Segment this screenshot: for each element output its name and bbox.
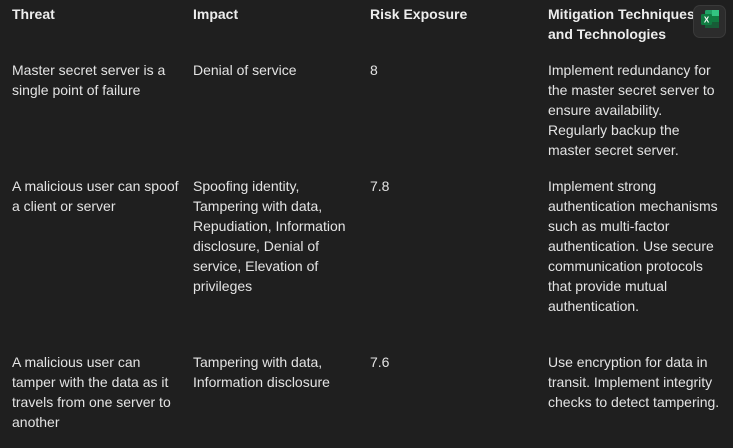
row-1-risk: 8	[370, 62, 378, 78]
row-1-threat: Master secret server is a single point o…	[12, 62, 166, 98]
row-3-risk: 7.6	[370, 354, 390, 370]
export-to-sheets-button[interactable]: X	[694, 6, 725, 37]
row-3-threat: A malicious user can tamper with the dat…	[12, 354, 171, 430]
row-1-mitigation: Implement redundancy for the master secr…	[548, 62, 715, 158]
svg-text:X: X	[703, 16, 709, 25]
header-risk-exposure: Risk Exposure	[370, 6, 468, 22]
row-2-risk: 7.8	[370, 178, 390, 194]
header-impact: Impact	[193, 6, 239, 22]
row-2-impact: Spoofing identity, Tampering with data, …	[193, 178, 346, 294]
excel-icon: X	[699, 8, 721, 35]
row-3-impact: Tampering with data, Information disclos…	[193, 354, 330, 390]
row-2-threat: A malicious user can spoof a client or s…	[12, 178, 179, 214]
header-threat: Threat	[12, 6, 55, 22]
header-mitigation: Mitigation Techniques and Technologies	[548, 6, 695, 42]
row-3-mitigation: Use encryption for data in transit. Impl…	[548, 354, 720, 410]
row-2-mitigation: Implement strong authentication mechanis…	[548, 178, 718, 314]
row-1-impact: Denial of service	[193, 62, 297, 78]
